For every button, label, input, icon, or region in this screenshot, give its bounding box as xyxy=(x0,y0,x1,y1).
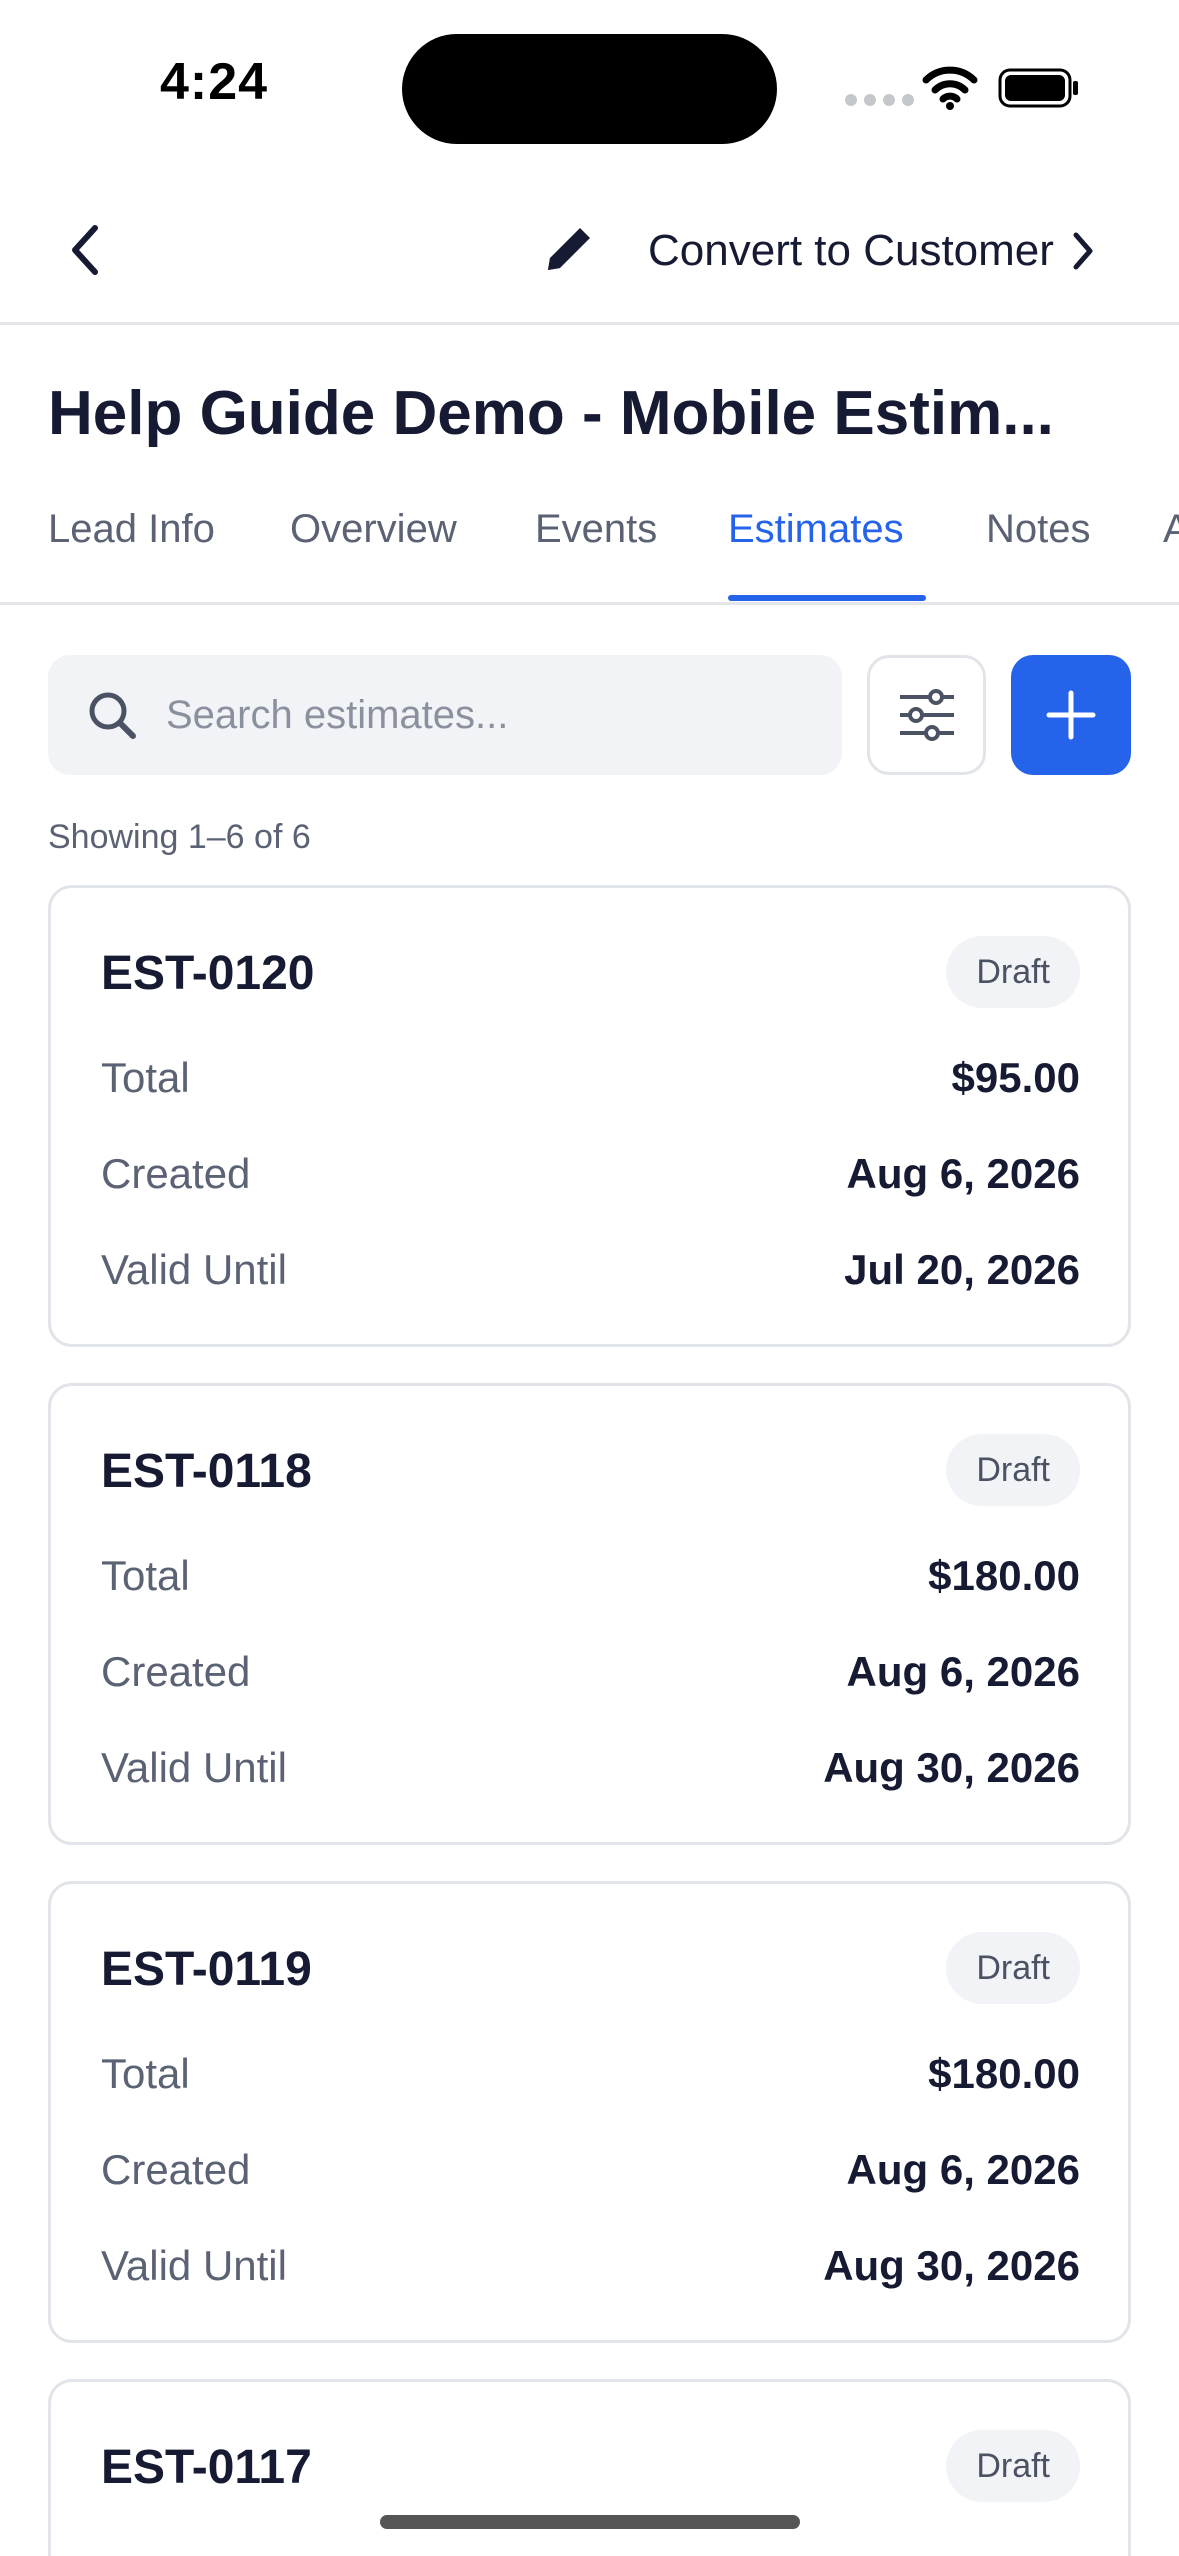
tab-notes[interactable]: Notes xyxy=(986,507,1091,552)
created-label: Created xyxy=(101,1648,251,1695)
tab-bar: Lead Info Overview Events Estimates Note… xyxy=(0,495,1179,605)
created-value: Aug 6, 2026 xyxy=(846,1150,1080,1197)
tab-overflow[interactable]: A xyxy=(1163,507,1179,552)
created-value: Aug 6, 2026 xyxy=(846,2146,1080,2193)
status-badge: Draft xyxy=(946,936,1080,1008)
valid-until-label: Valid Until xyxy=(101,1246,287,1293)
valid-until-value: Aug 30, 2026 xyxy=(823,2242,1080,2289)
dynamic-island xyxy=(402,34,777,144)
valid-until-value: Aug 30, 2026 xyxy=(823,1744,1080,1791)
plus-icon xyxy=(1046,690,1096,740)
results-count: Showing 1–6 of 6 xyxy=(48,818,311,856)
search-box[interactable] xyxy=(48,655,842,775)
estimate-created-row: Created Aug 6, 2026 xyxy=(101,1144,1080,1204)
total-value: $180.00 xyxy=(928,2050,1080,2097)
estimate-number: EST-0120 xyxy=(101,947,315,1000)
nav-bar: Convert to Customer xyxy=(0,175,1179,325)
status-badge: Draft xyxy=(946,2430,1080,2502)
search-icon xyxy=(89,692,136,739)
edit-lead-button[interactable] xyxy=(535,213,605,283)
tab-estimates[interactable]: Estimates xyxy=(728,507,904,552)
sliders-icon xyxy=(899,689,954,741)
estimate-card[interactable]: EST-0119 Draft Total $180.00 Created Aug… xyxy=(48,1881,1131,2343)
pencil-icon xyxy=(548,228,590,270)
estimate-total-row: Total $180.00 xyxy=(101,2044,1080,2104)
page-title: Help Guide Demo - Mobile Estim... xyxy=(48,379,1054,448)
convert-to-customer-label: Convert to Customer xyxy=(648,226,1054,275)
lead-detail-screen: 4:24 Convert to Customer Help Guide Demo… xyxy=(0,0,1179,2556)
tab-overview[interactable]: Overview xyxy=(290,507,457,552)
estimate-number: EST-0119 xyxy=(101,1943,312,1996)
filter-button[interactable] xyxy=(867,655,986,775)
total-label: Total xyxy=(101,1054,190,1101)
estimate-created-row: Created Aug 6, 2026 xyxy=(101,1642,1080,1702)
total-label: Total xyxy=(101,2050,190,2097)
valid-until-value: Jul 20, 2026 xyxy=(844,1246,1080,1293)
estimate-number: EST-0117 xyxy=(101,2441,312,2494)
created-label: Created xyxy=(101,1150,251,1197)
wifi-icon xyxy=(922,66,978,110)
estimate-card[interactable]: EST-0118 Draft Total $180.00 Created Aug… xyxy=(48,1383,1131,1845)
cellular-signal-icon xyxy=(845,94,914,106)
home-indicator[interactable] xyxy=(380,2515,800,2529)
status-badge: Draft xyxy=(946,1434,1080,1506)
valid-until-label: Valid Until xyxy=(101,1744,287,1791)
estimate-card[interactable]: EST-0120 Draft Total $95.00 Created Aug … xyxy=(48,885,1131,1347)
estimate-valid-row: Valid Until Jul 20, 2026 xyxy=(101,1240,1080,1300)
chevron-right-icon xyxy=(1073,232,1093,270)
status-time: 4:24 xyxy=(160,53,269,111)
active-tab-indicator xyxy=(728,595,926,601)
back-button[interactable] xyxy=(50,215,120,285)
tab-events[interactable]: Events xyxy=(535,507,657,552)
status-bar: 4:24 xyxy=(0,0,1179,175)
created-label: Created xyxy=(101,2146,251,2193)
estimate-total-row: Total $95.00 xyxy=(101,1048,1080,1108)
add-estimate-button[interactable] xyxy=(1011,655,1131,775)
estimate-total-row: Total $180.00 xyxy=(101,1546,1080,1606)
created-value: Aug 6, 2026 xyxy=(846,1648,1080,1695)
chevron-left-icon xyxy=(72,225,98,275)
battery-icon xyxy=(998,68,1078,108)
total-value: $180.00 xyxy=(928,1552,1080,1599)
estimate-created-row: Created Aug 6, 2026 xyxy=(101,2140,1080,2200)
estimate-card[interactable]: EST-0117 Draft xyxy=(48,2379,1131,2556)
status-badge: Draft xyxy=(946,1932,1080,2004)
valid-until-label: Valid Until xyxy=(101,2242,287,2289)
search-input[interactable] xyxy=(166,692,806,738)
estimate-valid-row: Valid Until Aug 30, 2026 xyxy=(101,1738,1080,1798)
total-label: Total xyxy=(101,1552,190,1599)
tab-lead-info[interactable]: Lead Info xyxy=(48,507,215,552)
estimate-valid-row: Valid Until Aug 30, 2026 xyxy=(101,2236,1080,2296)
convert-to-customer-button[interactable]: Convert to Customer xyxy=(648,213,1096,289)
estimate-number: EST-0118 xyxy=(101,1445,312,1498)
total-value: $95.00 xyxy=(951,1054,1080,1101)
